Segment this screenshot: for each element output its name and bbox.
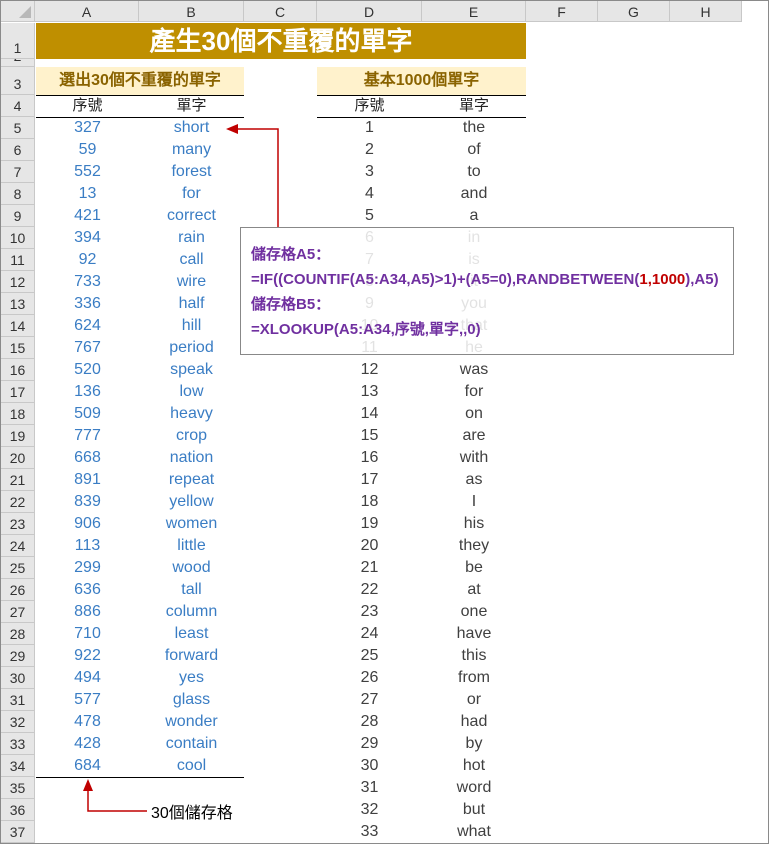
range-note: 30個儲存格 [151,805,233,822]
b5-formula: =XLOOKUP(A5:A34,序號,單字,,0) [251,321,481,338]
a5-formula-args: 1,1000 [639,271,686,288]
a5-formula-part: =IF((COUNTIF(A5:A34,A5)>1)+(A5=0),RANDBE… [251,271,640,288]
a5-formula: =IF((COUNTIF(A5:A34,A5)>1)+(A5=0),RANDBE… [251,267,733,292]
arrow-icon [226,124,279,227]
b5-label: 儲存格B5： [251,296,331,313]
arrow-icon [83,779,147,812]
a5-formula-part: ),A5) [685,271,719,288]
arrows-layer [83,124,279,812]
formula-callout: 儲存格A5： =IF((COUNTIF(A5:A34,A5)>1)+(A5=0)… [240,227,734,355]
spreadsheet: ABCDEFGH 1234567891011121314151617181920… [0,0,769,844]
a5-label: 儲存格A5： [251,246,331,263]
